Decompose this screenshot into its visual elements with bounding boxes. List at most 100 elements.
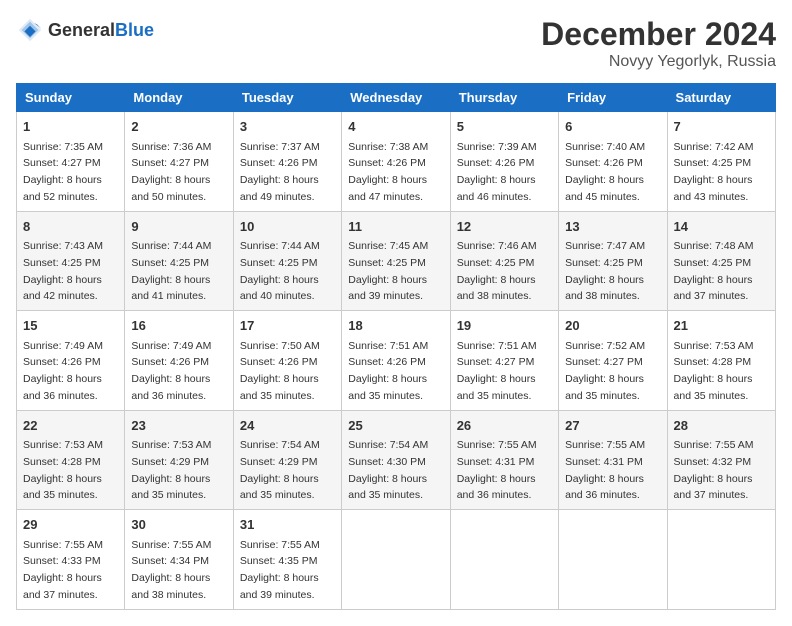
table-row: 20 Sunrise: 7:52 AMSunset: 4:27 PMDaylig… [559, 311, 667, 411]
table-row: 25 Sunrise: 7:54 AMSunset: 4:30 PMDaylig… [342, 410, 450, 510]
table-row: 15 Sunrise: 7:49 AMSunset: 4:26 PMDaylig… [17, 311, 125, 411]
col-wednesday: Wednesday [342, 84, 450, 112]
day-number: 21 [674, 316, 769, 336]
day-number: 25 [348, 416, 443, 436]
col-thursday: Thursday [450, 84, 558, 112]
month-title: December 2024 [541, 16, 776, 53]
day-number: 31 [240, 515, 335, 535]
table-row: 28 Sunrise: 7:55 AMSunset: 4:32 PMDaylig… [667, 410, 775, 510]
calendar-header-row: Sunday Monday Tuesday Wednesday Thursday… [17, 84, 776, 112]
table-row: 18 Sunrise: 7:51 AMSunset: 4:26 PMDaylig… [342, 311, 450, 411]
table-row: 27 Sunrise: 7:55 AMSunset: 4:31 PMDaylig… [559, 410, 667, 510]
day-number: 20 [565, 316, 660, 336]
day-info: Sunrise: 7:42 AMSunset: 4:25 PMDaylight:… [674, 141, 754, 203]
table-row: 11 Sunrise: 7:45 AMSunset: 4:25 PMDaylig… [342, 211, 450, 311]
table-row: 12 Sunrise: 7:46 AMSunset: 4:25 PMDaylig… [450, 211, 558, 311]
day-info: Sunrise: 7:44 AMSunset: 4:25 PMDaylight:… [131, 240, 211, 302]
day-info: Sunrise: 7:49 AMSunset: 4:26 PMDaylight:… [23, 340, 103, 402]
day-number: 24 [240, 416, 335, 436]
col-tuesday: Tuesday [233, 84, 341, 112]
day-info: Sunrise: 7:44 AMSunset: 4:25 PMDaylight:… [240, 240, 320, 302]
table-row: 30 Sunrise: 7:55 AMSunset: 4:34 PMDaylig… [125, 510, 233, 610]
day-number: 7 [674, 117, 769, 137]
day-number: 10 [240, 217, 335, 237]
day-number: 14 [674, 217, 769, 237]
location-title: Novyy Yegorlyk, Russia [541, 53, 776, 71]
day-info: Sunrise: 7:46 AMSunset: 4:25 PMDaylight:… [457, 240, 537, 302]
day-number: 23 [131, 416, 226, 436]
table-row: 9 Sunrise: 7:44 AMSunset: 4:25 PMDayligh… [125, 211, 233, 311]
table-row: 29 Sunrise: 7:55 AMSunset: 4:33 PMDaylig… [17, 510, 125, 610]
col-monday: Monday [125, 84, 233, 112]
day-info: Sunrise: 7:40 AMSunset: 4:26 PMDaylight:… [565, 141, 645, 203]
day-info: Sunrise: 7:50 AMSunset: 4:26 PMDaylight:… [240, 340, 320, 402]
day-number: 18 [348, 316, 443, 336]
day-number: 27 [565, 416, 660, 436]
day-info: Sunrise: 7:47 AMSunset: 4:25 PMDaylight:… [565, 240, 645, 302]
logo-blue: Blue [115, 20, 154, 40]
day-info: Sunrise: 7:45 AMSunset: 4:25 PMDaylight:… [348, 240, 428, 302]
header: GeneralBlue December 2024 Novyy Yegorlyk… [16, 16, 776, 71]
day-number: 5 [457, 117, 552, 137]
table-row: 19 Sunrise: 7:51 AMSunset: 4:27 PMDaylig… [450, 311, 558, 411]
table-row: 13 Sunrise: 7:47 AMSunset: 4:25 PMDaylig… [559, 211, 667, 311]
day-info: Sunrise: 7:51 AMSunset: 4:26 PMDaylight:… [348, 340, 428, 402]
day-number: 16 [131, 316, 226, 336]
day-info: Sunrise: 7:43 AMSunset: 4:25 PMDaylight:… [23, 240, 103, 302]
calendar-week-row: 1 Sunrise: 7:35 AMSunset: 4:27 PMDayligh… [17, 112, 776, 212]
day-number: 26 [457, 416, 552, 436]
table-row [667, 510, 775, 610]
col-sunday: Sunday [17, 84, 125, 112]
table-row: 7 Sunrise: 7:42 AMSunset: 4:25 PMDayligh… [667, 112, 775, 212]
title-area: December 2024 Novyy Yegorlyk, Russia [541, 16, 776, 71]
day-info: Sunrise: 7:48 AMSunset: 4:25 PMDaylight:… [674, 240, 754, 302]
day-info: Sunrise: 7:55 AMSunset: 4:31 PMDaylight:… [457, 439, 537, 501]
day-info: Sunrise: 7:35 AMSunset: 4:27 PMDaylight:… [23, 141, 103, 203]
day-number: 15 [23, 316, 118, 336]
table-row: 3 Sunrise: 7:37 AMSunset: 4:26 PMDayligh… [233, 112, 341, 212]
day-info: Sunrise: 7:53 AMSunset: 4:28 PMDaylight:… [23, 439, 103, 501]
day-info: Sunrise: 7:54 AMSunset: 4:29 PMDaylight:… [240, 439, 320, 501]
day-info: Sunrise: 7:55 AMSunset: 4:31 PMDaylight:… [565, 439, 645, 501]
table-row [450, 510, 558, 610]
day-number: 9 [131, 217, 226, 237]
col-friday: Friday [559, 84, 667, 112]
day-number: 2 [131, 117, 226, 137]
day-info: Sunrise: 7:39 AMSunset: 4:26 PMDaylight:… [457, 141, 537, 203]
day-info: Sunrise: 7:52 AMSunset: 4:27 PMDaylight:… [565, 340, 645, 402]
table-row [342, 510, 450, 610]
day-info: Sunrise: 7:38 AMSunset: 4:26 PMDaylight:… [348, 141, 428, 203]
day-info: Sunrise: 7:49 AMSunset: 4:26 PMDaylight:… [131, 340, 211, 402]
day-number: 19 [457, 316, 552, 336]
logo-icon [16, 16, 44, 44]
logo-general: General [48, 20, 115, 40]
table-row: 8 Sunrise: 7:43 AMSunset: 4:25 PMDayligh… [17, 211, 125, 311]
calendar: Sunday Monday Tuesday Wednesday Thursday… [16, 83, 776, 610]
day-info: Sunrise: 7:53 AMSunset: 4:29 PMDaylight:… [131, 439, 211, 501]
table-row: 23 Sunrise: 7:53 AMSunset: 4:29 PMDaylig… [125, 410, 233, 510]
calendar-week-row: 8 Sunrise: 7:43 AMSunset: 4:25 PMDayligh… [17, 211, 776, 311]
table-row: 24 Sunrise: 7:54 AMSunset: 4:29 PMDaylig… [233, 410, 341, 510]
day-number: 6 [565, 117, 660, 137]
day-number: 11 [348, 217, 443, 237]
day-info: Sunrise: 7:54 AMSunset: 4:30 PMDaylight:… [348, 439, 428, 501]
day-number: 12 [457, 217, 552, 237]
table-row: 22 Sunrise: 7:53 AMSunset: 4:28 PMDaylig… [17, 410, 125, 510]
day-info: Sunrise: 7:51 AMSunset: 4:27 PMDaylight:… [457, 340, 537, 402]
table-row: 6 Sunrise: 7:40 AMSunset: 4:26 PMDayligh… [559, 112, 667, 212]
table-row: 26 Sunrise: 7:55 AMSunset: 4:31 PMDaylig… [450, 410, 558, 510]
table-row: 17 Sunrise: 7:50 AMSunset: 4:26 PMDaylig… [233, 311, 341, 411]
day-info: Sunrise: 7:55 AMSunset: 4:32 PMDaylight:… [674, 439, 754, 501]
calendar-week-row: 22 Sunrise: 7:53 AMSunset: 4:28 PMDaylig… [17, 410, 776, 510]
table-row: 14 Sunrise: 7:48 AMSunset: 4:25 PMDaylig… [667, 211, 775, 311]
day-info: Sunrise: 7:55 AMSunset: 4:35 PMDaylight:… [240, 539, 320, 601]
logo-text: GeneralBlue [48, 20, 154, 41]
day-info: Sunrise: 7:55 AMSunset: 4:33 PMDaylight:… [23, 539, 103, 601]
calendar-week-row: 15 Sunrise: 7:49 AMSunset: 4:26 PMDaylig… [17, 311, 776, 411]
table-row: 1 Sunrise: 7:35 AMSunset: 4:27 PMDayligh… [17, 112, 125, 212]
logo: GeneralBlue [16, 16, 154, 44]
col-saturday: Saturday [667, 84, 775, 112]
calendar-week-row: 29 Sunrise: 7:55 AMSunset: 4:33 PMDaylig… [17, 510, 776, 610]
table-row: 2 Sunrise: 7:36 AMSunset: 4:27 PMDayligh… [125, 112, 233, 212]
day-info: Sunrise: 7:55 AMSunset: 4:34 PMDaylight:… [131, 539, 211, 601]
